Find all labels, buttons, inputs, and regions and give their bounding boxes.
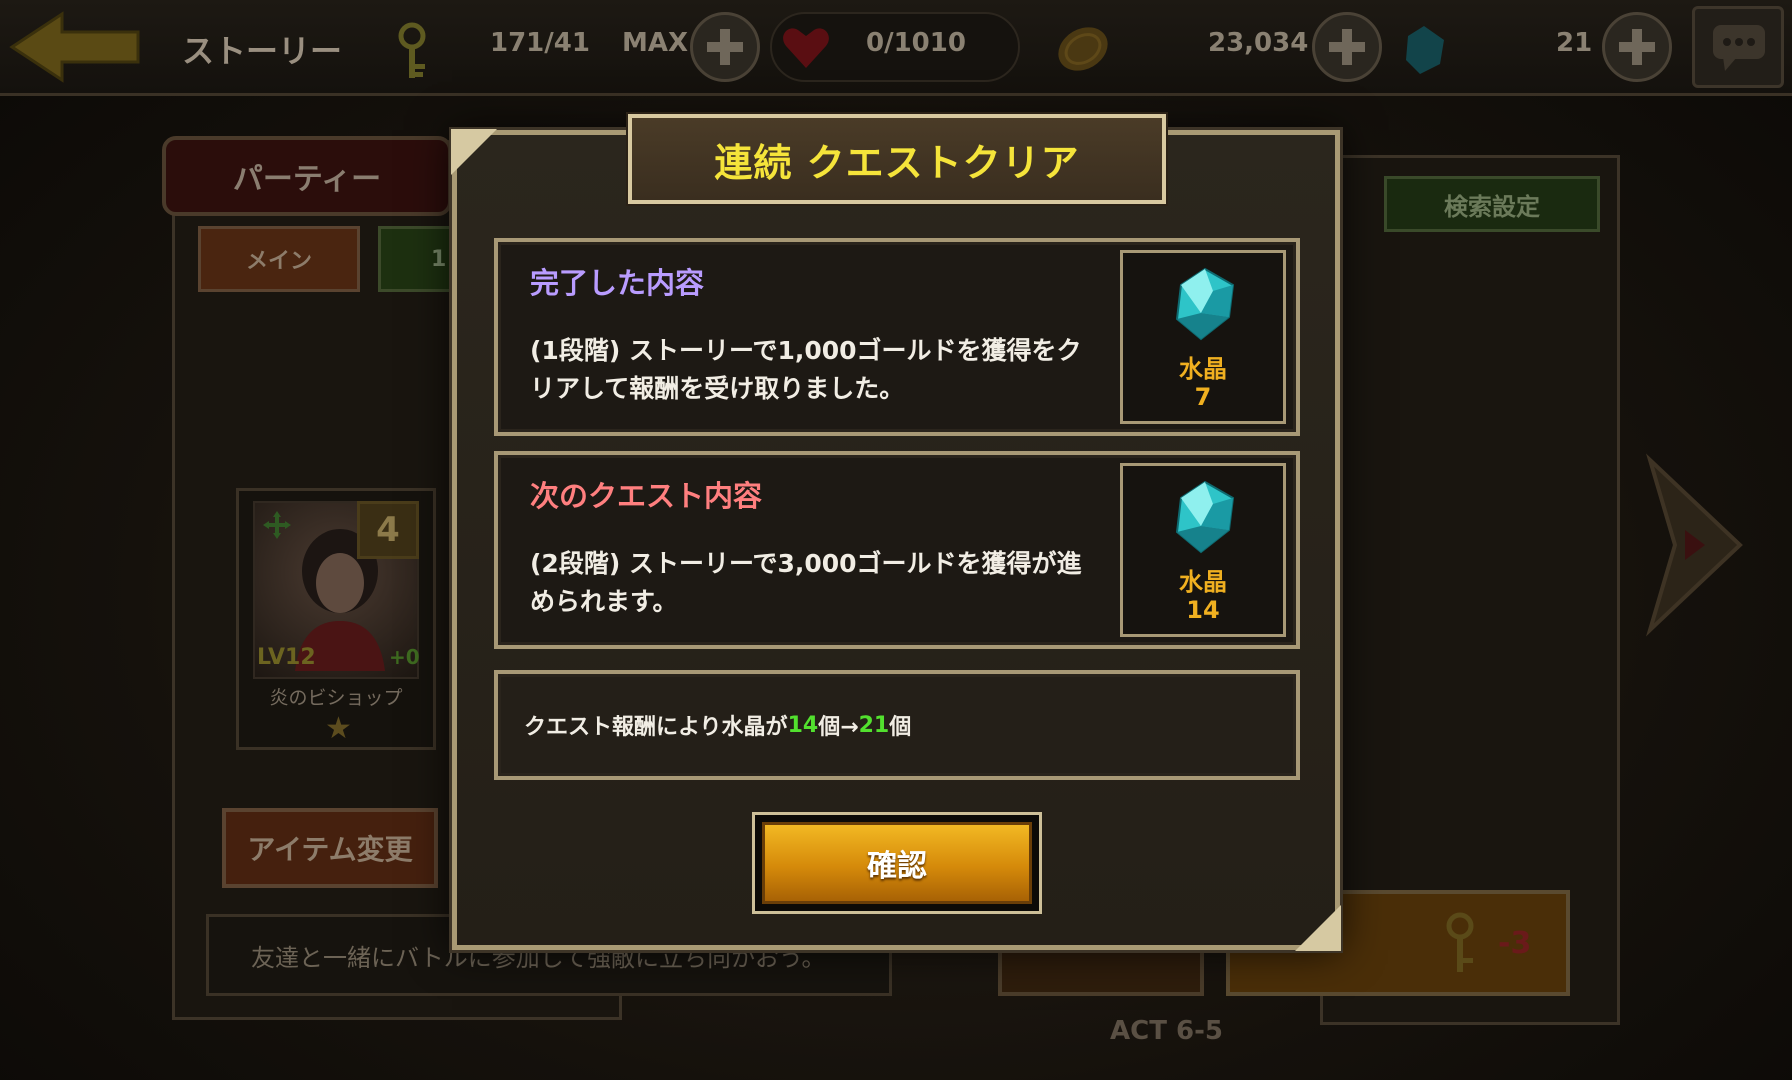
keys-max-label: MAX: [622, 28, 689, 58]
completed-reward: 水晶 7: [1120, 250, 1286, 424]
search-settings-button[interactable]: 検索設定: [1384, 176, 1600, 232]
key-icon: [398, 22, 426, 78]
result-prefix: クエスト報酬により水晶が: [524, 715, 788, 740]
chat-button[interactable]: [1692, 6, 1784, 88]
top-bar: ストーリー 171/41 MAX 0/1010 23,034 21: [0, 0, 1792, 96]
corner-ornament: [451, 129, 497, 175]
reward-label: 水晶: [1179, 568, 1227, 596]
add-gold-button[interactable]: [1312, 12, 1382, 82]
add-crystals-button[interactable]: [1602, 12, 1672, 82]
completed-description: (1段階) ストーリーで1,000ゴールドを獲得をクリアして報酬を受け取りました…: [530, 336, 1082, 403]
crystal-icon: [1406, 26, 1444, 74]
completed-heading: 完了した内容: [530, 266, 705, 300]
next-heading: 次のクエスト内容: [530, 479, 763, 513]
tab-main[interactable]: メイン: [198, 226, 360, 292]
character-name: 炎のビショップ: [269, 687, 403, 709]
act-label: ACT 6-5: [1110, 1016, 1223, 1046]
confirm-button-label: 確認: [762, 822, 1032, 904]
back-arrow-icon[interactable]: [8, 10, 144, 84]
change-item-button[interactable]: アイテム変更: [222, 808, 438, 888]
party-tab[interactable]: パーティー: [162, 136, 452, 216]
move-icon: [263, 511, 291, 539]
add-keys-button[interactable]: [690, 12, 760, 82]
result-to: 21: [858, 712, 890, 738]
result-unit: 個→: [818, 715, 859, 740]
tab-second[interactable]: 1: [378, 226, 458, 292]
crystal-icon: [1175, 267, 1235, 341]
crystal-result-box: クエスト報酬により水晶が 14 個→ 21 個: [494, 670, 1300, 780]
reward-count: 14: [1186, 596, 1220, 624]
keys-count: 171/41: [490, 28, 590, 58]
confirm-button[interactable]: 確認: [752, 812, 1042, 914]
character-lv: LV12: [257, 645, 316, 670]
next-page-arrow-icon[interactable]: [1630, 440, 1750, 650]
character-level-badge: 4: [357, 501, 419, 559]
key-icon: [1446, 912, 1474, 972]
screen-title: ストーリー: [182, 32, 343, 70]
dialog-title: 連続 クエストクリア: [628, 114, 1166, 204]
chat-icon: [1713, 25, 1765, 71]
reward-label: 水晶: [1179, 355, 1227, 383]
result-from: 14: [787, 712, 819, 738]
hearts-count: 0/1010: [866, 28, 966, 58]
crystal-icon: [1175, 480, 1235, 554]
star-icon: ★: [325, 711, 352, 746]
completed-quest-box: 完了した内容 (1段階) ストーリーで1,000ゴールドを獲得をクリアして報酬を…: [494, 238, 1300, 436]
gold-coin-icon: [1058, 27, 1108, 71]
next-quest-box: 次のクエスト内容 (2段階) ストーリーで3,000ゴールドを獲得が進められます…: [494, 451, 1300, 649]
crystals-count: 21: [1556, 28, 1593, 58]
enter-cost: -3: [1498, 926, 1532, 961]
gold-count: 23,034: [1208, 28, 1309, 58]
next-reward: 水晶 14: [1120, 463, 1286, 637]
next-description: (2段階) ストーリーで3,000ゴールドを獲得が進められます。: [530, 549, 1082, 616]
heart-icon: [783, 28, 829, 68]
character-plus: +0: [389, 645, 420, 669]
character-card[interactable]: 4 LV12 +0 炎のビショップ ★: [236, 488, 436, 750]
reward-count: 7: [1194, 383, 1212, 411]
result-unit: 個: [889, 715, 912, 740]
corner-ornament: [1295, 905, 1341, 951]
